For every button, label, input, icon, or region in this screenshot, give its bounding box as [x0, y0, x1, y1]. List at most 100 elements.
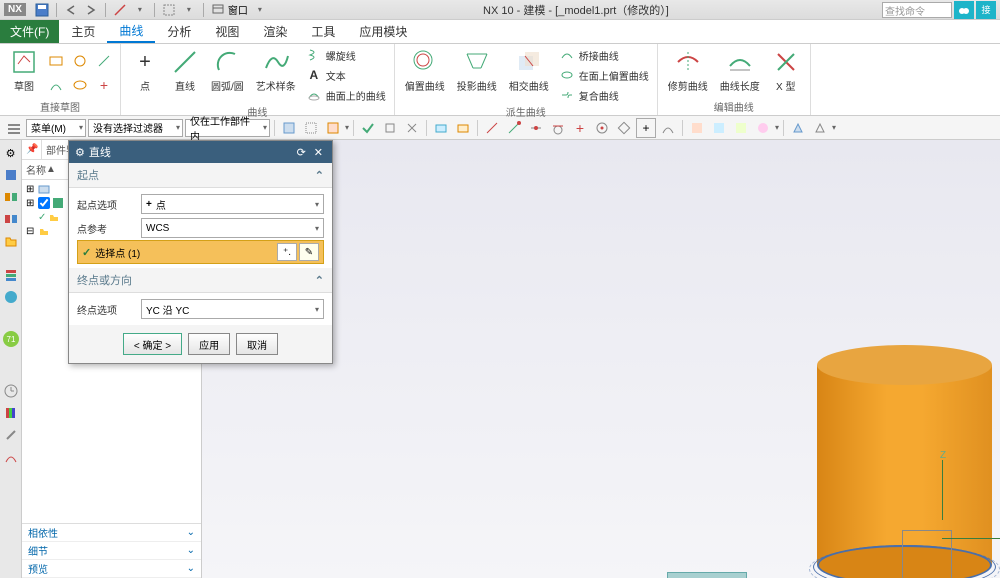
preview-row[interactable]: 预览⌄ — [22, 560, 201, 578]
sel-icon-1[interactable] — [279, 118, 299, 138]
snap-plus2-icon[interactable]: + — [636, 118, 656, 138]
undo-icon[interactable] — [63, 2, 79, 18]
tab-view[interactable]: 视图 — [203, 20, 251, 43]
internet-icon[interactable] — [2, 288, 20, 306]
trim-curve-button[interactable]: 修剪曲线 — [664, 46, 712, 99]
dropdown-icon[interactable]: ▾ — [132, 2, 148, 18]
pick-point-button[interactable]: ✎ — [299, 243, 319, 261]
pin-icon[interactable]: 📌 — [22, 140, 42, 159]
ellipse-icon[interactable] — [70, 75, 90, 95]
sline-icon[interactable] — [94, 51, 114, 71]
details-row[interactable]: 细节⌄ — [22, 542, 201, 560]
ok-button[interactable]: < 确定 > — [123, 333, 182, 355]
select-point-row[interactable]: ✓ 选择点 (1) ⁺. ✎ — [77, 240, 324, 264]
save-icon[interactable] — [34, 2, 50, 18]
start-option-dropdown[interactable]: +点 — [141, 194, 324, 214]
sel-icon-2[interactable] — [301, 118, 321, 138]
dropdown-icon[interactable]: ▾ — [181, 2, 197, 18]
circle-icon[interactable] — [70, 51, 90, 71]
badge-71-icon[interactable]: 71 — [2, 330, 20, 348]
arc-circle-button[interactable]: 圆弧/圆 — [207, 46, 248, 104]
close-icon[interactable]: ✕ — [311, 146, 326, 159]
cancel-button[interactable]: 取消 — [236, 333, 278, 355]
redo-icon[interactable] — [83, 2, 99, 18]
snap-line-icon[interactable] — [482, 118, 502, 138]
x-form-button[interactable]: X 型 — [768, 46, 804, 99]
sel-icon-8[interactable] — [453, 118, 473, 138]
file-menu[interactable]: 文件(F) — [0, 20, 59, 43]
rect-icon[interactable] — [46, 51, 66, 71]
snap-arc-icon[interactable] — [658, 118, 678, 138]
search-input[interactable]: 查找命令 — [882, 2, 952, 18]
line-button[interactable]: 直线 — [167, 46, 203, 104]
sel-icon-3[interactable] — [323, 118, 343, 138]
menu-dropdown-icon[interactable] — [4, 118, 24, 138]
sel-icon-4[interactable] — [358, 118, 378, 138]
sel-icon-7[interactable] — [431, 118, 451, 138]
point-button[interactable]: +点 — [127, 46, 163, 104]
more-icon[interactable]: 接 — [976, 1, 996, 19]
offset-curve-button[interactable]: 偏置曲线 — [401, 46, 449, 104]
cloud-icon[interactable] — [954, 1, 974, 19]
tab-curve[interactable]: 曲线 — [107, 20, 155, 43]
folder-icon[interactable] — [2, 232, 20, 250]
end-option-dropdown[interactable]: YC 沿 YC — [141, 299, 324, 319]
layers-icon[interactable] — [2, 266, 20, 284]
snap-end-icon[interactable] — [504, 118, 524, 138]
dropdown-icon[interactable]: ▾ — [252, 2, 268, 18]
snap-circle-icon[interactable] — [592, 118, 612, 138]
history-icon[interactable] — [2, 188, 20, 206]
gear-icon[interactable]: ⚙ — [75, 146, 85, 159]
point-constructor-button[interactable]: ⁺. — [277, 243, 297, 261]
sketch-button[interactable]: 草图 — [6, 46, 42, 99]
composite-curve-button[interactable]: 复合曲线 — [557, 86, 651, 104]
bridge-curve-button[interactable]: 桥接曲线 — [557, 46, 651, 64]
project-curve-button[interactable]: 投影曲线 — [453, 46, 501, 104]
view-icon-2[interactable] — [709, 118, 729, 138]
tab-app[interactable]: 应用模块 — [347, 20, 419, 43]
render-icon-2[interactable] — [810, 118, 830, 138]
dependency-row[interactable]: 相依性⌄ — [22, 524, 201, 542]
sel-icon-5[interactable] — [380, 118, 400, 138]
tab-render[interactable]: 渲染 — [251, 20, 299, 43]
line-icon[interactable] — [112, 2, 128, 18]
text-button[interactable]: A文本 — [304, 66, 388, 84]
palette-icon[interactable] — [2, 404, 20, 422]
arc-icon[interactable] — [46, 75, 66, 95]
end-section-header[interactable]: 终点或方向⌃ — [69, 268, 332, 293]
surface-curve-button[interactable]: 曲面上的曲线 — [304, 86, 388, 104]
snap-plus-icon[interactable]: + — [570, 118, 590, 138]
reuse-icon[interactable] — [2, 210, 20, 228]
window-icon[interactable] — [210, 2, 226, 18]
curve-tool-icon[interactable] — [2, 448, 20, 466]
tab-tools[interactable]: 工具 — [299, 20, 347, 43]
brush-icon[interactable] — [2, 426, 20, 444]
select-icon[interactable] — [161, 2, 177, 18]
filter-dropdown[interactable]: 没有选择过滤器 — [88, 119, 183, 137]
offset-on-face-button[interactable]: 在面上偏置曲线 — [557, 66, 651, 84]
sel-icon-6[interactable] — [402, 118, 422, 138]
render-icon-1[interactable] — [788, 118, 808, 138]
point-ref-dropdown[interactable]: WCS — [141, 218, 324, 238]
curve-length-button[interactable]: 曲线长度 — [716, 46, 764, 99]
window-menu-label[interactable]: 窗口 — [228, 2, 248, 17]
spline-button[interactable]: 艺术样条 — [252, 46, 300, 104]
view-icon-4[interactable] — [753, 118, 773, 138]
snap-tangent-icon[interactable] — [548, 118, 568, 138]
start-section-header[interactable]: 起点⌃ — [69, 163, 332, 188]
view-icon-3[interactable] — [731, 118, 751, 138]
tab-analysis[interactable]: 分析 — [155, 20, 203, 43]
view-icon-1[interactable] — [687, 118, 707, 138]
dialog-title-bar[interactable]: ⚙ 直线 ⟳ ✕ — [69, 141, 332, 163]
navigator-icon[interactable] — [2, 166, 20, 184]
intersect-curve-button[interactable]: 相交曲线 — [505, 46, 553, 104]
scope-dropdown[interactable]: 仅在工作部件内 — [185, 119, 270, 137]
apply-button[interactable]: 应用 — [188, 333, 230, 355]
snap-quad-icon[interactable] — [614, 118, 634, 138]
clock-icon[interactable] — [2, 382, 20, 400]
menu-dropdown[interactable]: 菜单(M) — [26, 119, 86, 137]
plus-icon[interactable]: + — [94, 75, 114, 95]
helix-button[interactable]: 螺旋线 — [304, 46, 388, 64]
tab-home[interactable]: 主页 — [59, 20, 107, 43]
snap-mid-icon[interactable] — [526, 118, 546, 138]
